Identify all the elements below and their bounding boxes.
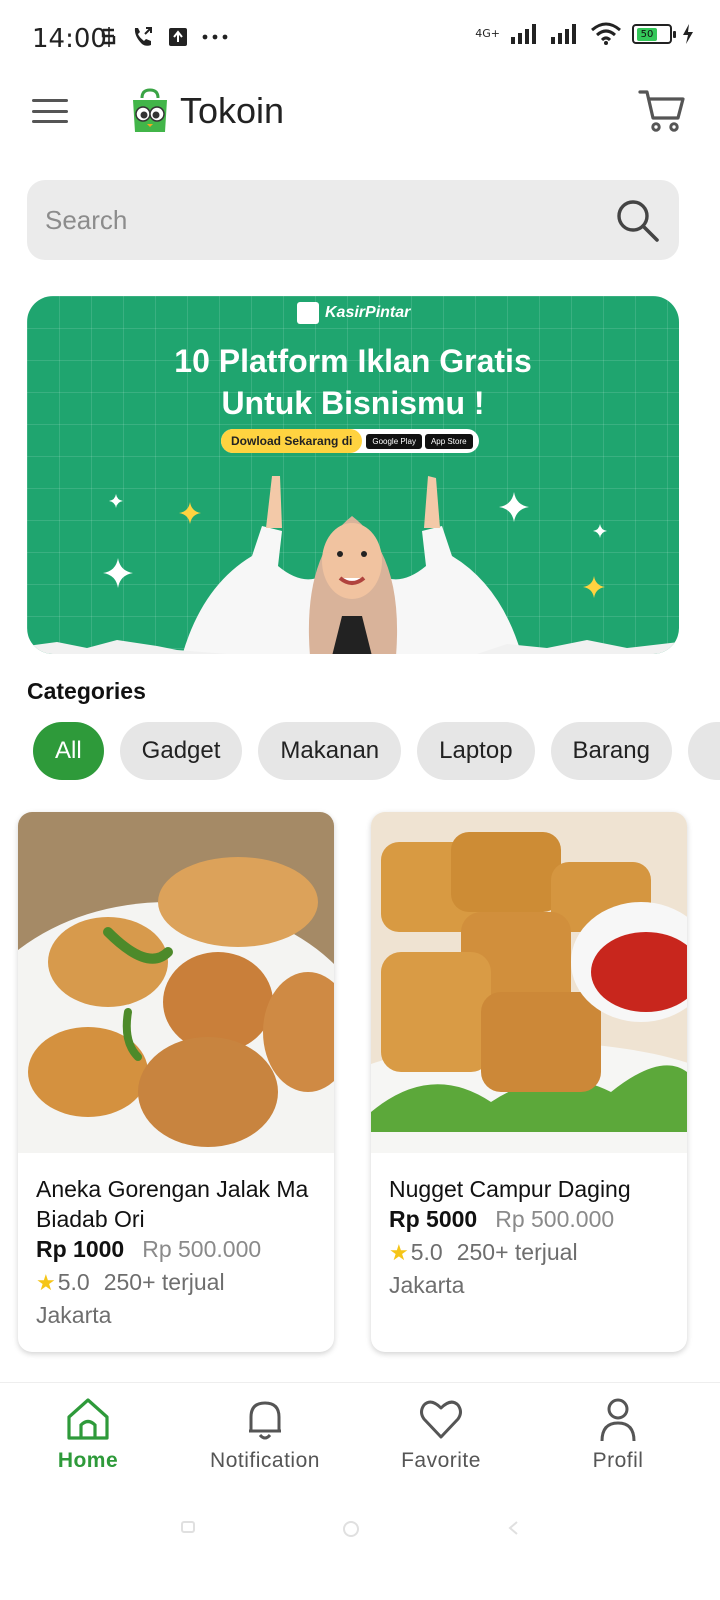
categories-heading: Categories (27, 678, 146, 704)
sparkle-icon (103, 558, 133, 588)
home-system-icon[interactable] (342, 1520, 360, 1538)
nav-item-home[interactable]: Home (8, 1395, 168, 1473)
star-icon: ★ (389, 1239, 409, 1265)
user-icon (600, 1398, 636, 1442)
hamburger-line (32, 120, 68, 123)
call-icon (134, 27, 152, 46)
banner-cta: Dowload Sekarang di Google Play App Stor… (221, 429, 479, 453)
product-old-price: Rp 500.000 (495, 1206, 615, 1232)
star-icon: ★ (36, 1269, 56, 1295)
status-system-icons: 4G+ 50 (475, 22, 694, 46)
google-play-badge: Google Play (366, 433, 422, 449)
category-chip-all[interactable]: All (33, 722, 104, 780)
category-chips: All Gadget Makanan Laptop Barang (33, 722, 720, 782)
product-image (18, 812, 334, 1153)
wifi-icon (591, 22, 621, 45)
search-icon[interactable] (613, 196, 661, 244)
app-store-badge: App Store (424, 433, 473, 449)
battery-icon: 50 (632, 24, 676, 44)
sync-icon (101, 27, 116, 47)
product-name: Aneka Gorengan Jalak Ma Biadab Ori (36, 1176, 309, 1232)
upload-icon (169, 28, 187, 46)
category-chip-laptop[interactable]: Laptop (417, 722, 535, 780)
rating-row: ★ 5.0 250+ terjual (389, 1239, 673, 1266)
bottom-navigation: Home Notification Favorite Profil (0, 1382, 720, 1494)
banner-brand-name: KasirPintar (325, 304, 411, 321)
category-chip-gadget[interactable]: Gadget (119, 722, 243, 780)
hamburger-line (32, 109, 68, 113)
nav-item-favorite[interactable]: Favorite (361, 1395, 521, 1473)
sparkle-icon (583, 576, 605, 598)
banner-title-line1: 10 Platform Iklan Gratis (174, 343, 532, 379)
hamburger-menu-button[interactable] (32, 96, 68, 126)
search-bar (27, 180, 679, 260)
product-price: Rp 1000 (36, 1236, 125, 1262)
back-icon[interactable] (506, 1520, 520, 1536)
price-row: Rp 1000 Rp 500.000 (36, 1236, 320, 1263)
more-icon (202, 34, 228, 40)
network-type-label: 4G+ (475, 27, 500, 40)
app-header: Tokoin (0, 80, 720, 150)
bell-icon (249, 1401, 281, 1440)
product-name: Nugget Campur Daging (389, 1176, 631, 1202)
banner-title-line2: Untuk Bisnismu ! (221, 385, 485, 421)
product-location: Jakarta (36, 1302, 112, 1328)
charging-icon (683, 24, 693, 44)
product-info: Aneka Gorengan Jalak Ma Biadab Ori Rp 10… (36, 1174, 320, 1329)
battery-level: 50 (637, 27, 657, 41)
kasirpintar-logo-icon (297, 302, 319, 324)
banner-brand: KasirPintar (297, 302, 410, 324)
hamburger-line (32, 99, 68, 102)
product-image (371, 812, 687, 1153)
category-chip-makanan[interactable]: Makanan (258, 722, 402, 780)
status-notification-icons (100, 26, 228, 48)
sparkle-icon (593, 524, 607, 538)
banner-person-illustration (182, 476, 522, 654)
nav-item-profil[interactable]: Profil (538, 1395, 698, 1473)
tokoin-logo-icon (133, 88, 167, 132)
brand: Tokoin (130, 88, 284, 134)
category-chip-barang[interactable]: Barang (550, 722, 672, 780)
recent-apps-icon[interactable] (180, 1520, 196, 1534)
product-rating: 5.0 (57, 1269, 90, 1295)
search-input[interactable] (45, 204, 605, 236)
app-title: Tokoin (180, 90, 285, 131)
nav-label-favorite: Favorite (401, 1449, 481, 1472)
banner-torn-edge (27, 640, 679, 654)
nav-label-notification: Notification (210, 1449, 320, 1472)
product-info: Nugget Campur Daging Rp 5000 Rp 500.000 … (389, 1174, 673, 1299)
product-price: Rp 5000 (389, 1206, 478, 1232)
system-navigation-bar (0, 1494, 720, 1600)
heart-icon (420, 1400, 462, 1439)
signal-icon-2 (551, 24, 576, 44)
product-rating: 5.0 (410, 1239, 443, 1265)
product-location: Jakarta (389, 1272, 465, 1298)
product-sold-count: 250+ terjual (456, 1239, 578, 1265)
product-sold-count: 250+ terjual (103, 1269, 225, 1295)
store-badges: Google Play App Store (362, 433, 478, 449)
signal-icon (511, 24, 536, 44)
status-bar: 14:00 4G+ 50 (0, 0, 720, 80)
product-old-price: Rp 500.000 (142, 1236, 262, 1262)
nav-item-notification[interactable]: Notification (185, 1395, 345, 1473)
product-card[interactable]: Nugget Campur Daging Rp 5000 Rp 500.000 … (371, 812, 687, 1352)
product-card[interactable]: Aneka Gorengan Jalak Ma Biadab Ori Rp 10… (18, 812, 334, 1352)
promo-banner[interactable]: KasirPintar 10 Platform Iklan Gratis Unt… (27, 296, 679, 654)
home-icon (67, 1398, 109, 1440)
sparkle-icon (109, 494, 123, 508)
banner-cta-label: Dowload Sekarang di (221, 429, 363, 453)
category-chip-more[interactable] (687, 722, 720, 780)
price-row: Rp 5000 Rp 500.000 (389, 1206, 673, 1233)
cart-icon[interactable] (638, 86, 686, 134)
status-time: 14:00 (32, 24, 107, 54)
nav-label-profil: Profil (592, 1449, 644, 1472)
rating-row: ★ 5.0 250+ terjual (36, 1269, 320, 1296)
nav-label-home: Home (57, 1449, 119, 1472)
banner-title: 10 Platform Iklan Gratis Untuk Bisnismu … (27, 340, 679, 424)
